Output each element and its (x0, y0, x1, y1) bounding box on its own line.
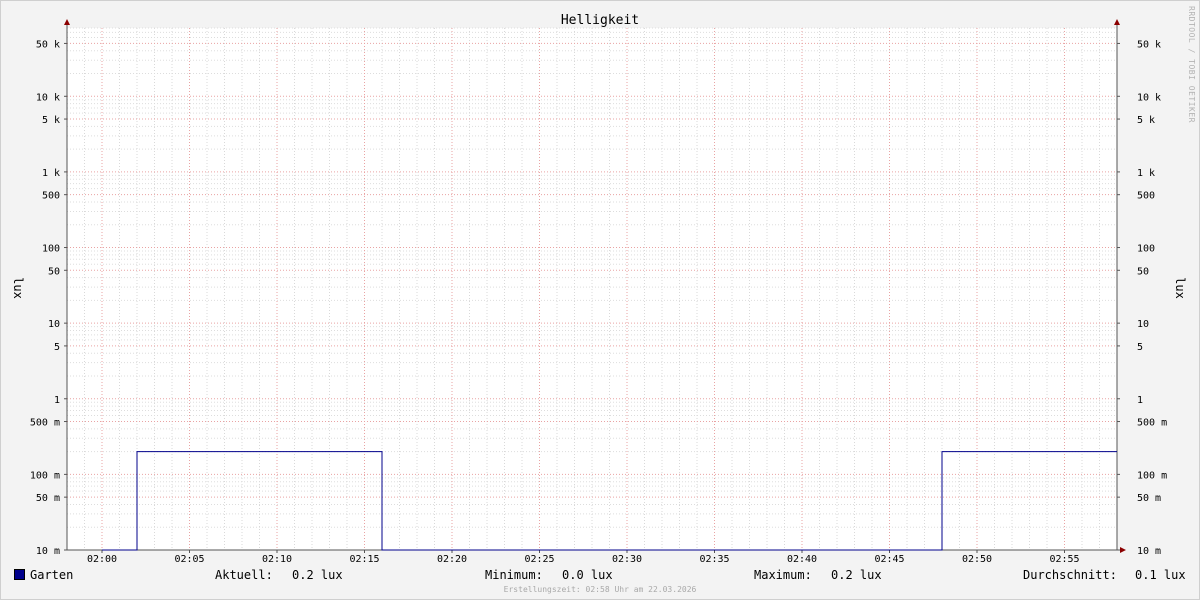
y-tick-label-left: 50 k (36, 39, 60, 50)
y-tick-label-left: 500 m (30, 418, 60, 429)
x-tick-label: 02:05 (174, 554, 204, 565)
y-tick-label-right: 100 (1137, 244, 1155, 255)
x-tick-label: 02:45 (874, 554, 904, 565)
y-tick-label-left: 5 (54, 342, 60, 353)
y-tick-label-right: 10 (1137, 319, 1149, 330)
x-tick-label: 02:30 (612, 554, 642, 565)
y-axis-label-right: lux (1173, 277, 1187, 299)
y-tick-label-left: 10 (48, 319, 60, 330)
x-tick-label: 02:35 (699, 554, 729, 565)
y-tick-label-left: 10 m (36, 546, 60, 557)
watermark: RRDTOOL / TOBI OETIKER (1187, 6, 1196, 123)
y-tick-label-right: 1 k (1137, 168, 1155, 179)
legend-avg-value: 0.1 lux (1135, 568, 1186, 582)
y-tick-label-right: 1 (1137, 395, 1143, 406)
legend-swatch-garten (14, 569, 25, 580)
y-tick-label-left: 5 k (42, 115, 60, 126)
x-tick-label: 02:25 (524, 554, 554, 565)
x-axis-arrow-icon (1120, 547, 1126, 553)
y-tick-label-left: 100 (42, 244, 60, 255)
y-axis-right-arrow-icon (1114, 19, 1120, 25)
chart-title: Helligkeit (561, 13, 639, 28)
y-tick-label-right: 50 k (1137, 39, 1161, 50)
legend-avg-label: Durchschnitt: (1023, 568, 1117, 582)
y-tick-label-right: 100 m (1137, 470, 1167, 481)
y-tick-label-left: 50 (48, 266, 60, 277)
y-tick-label-left: 1 k (42, 168, 60, 179)
y-axis-left-arrow-icon (64, 19, 70, 25)
y-tick-label-right: 5 (1137, 342, 1143, 353)
x-tick-label: 02:10 (262, 554, 292, 565)
y-tick-label-right: 500 m (1137, 418, 1167, 429)
x-tick-label: 02:55 (1049, 554, 1079, 565)
legend-series-name: Garten (30, 568, 74, 582)
y-tick-label-left: 50 m (36, 493, 60, 504)
y-tick-label-right: 500 (1137, 191, 1155, 202)
x-tick-label: 02:15 (349, 554, 379, 565)
y-tick-label-left: 100 m (30, 470, 60, 481)
x-tick-label: 02:00 (87, 554, 117, 565)
y-tick-label-right: 50 (1137, 266, 1149, 277)
y-tick-label-left: 500 (42, 191, 60, 202)
legend-current-value: 0.2 lux (292, 568, 343, 582)
y-tick-label-right: 5 k (1137, 115, 1155, 126)
x-tick-label: 02:50 (962, 554, 992, 565)
chart: 50 k 50 k10 k 10 k5 k5 k1 k1 k500 500100 100… (11, 13, 1187, 565)
legend-current-label: Aktuell: (215, 568, 273, 582)
legend-min-label: Minimum: (485, 568, 543, 582)
legend-min-value: 0.0 lux (562, 568, 613, 582)
y-tick-label-right: 10 k (1137, 92, 1161, 103)
y-tick-label-left: 1 (54, 395, 60, 406)
legend-max-value: 0.2 lux (831, 568, 882, 582)
y-tick-label-left: 10 k (36, 92, 60, 103)
y-tick-label-right: 10 m (1137, 546, 1161, 557)
footer-timestamp: Erstellungszeit: 02:58 Uhr am 22.03.2026 (503, 585, 697, 594)
y-tick-label-right: 50 m (1137, 493, 1161, 504)
x-tick-label: 02:40 (787, 554, 817, 565)
legend-max-label: Maximum: (754, 568, 812, 582)
y-axis-label-left: lux (11, 277, 25, 299)
x-tick-label: 02:20 (437, 554, 467, 565)
